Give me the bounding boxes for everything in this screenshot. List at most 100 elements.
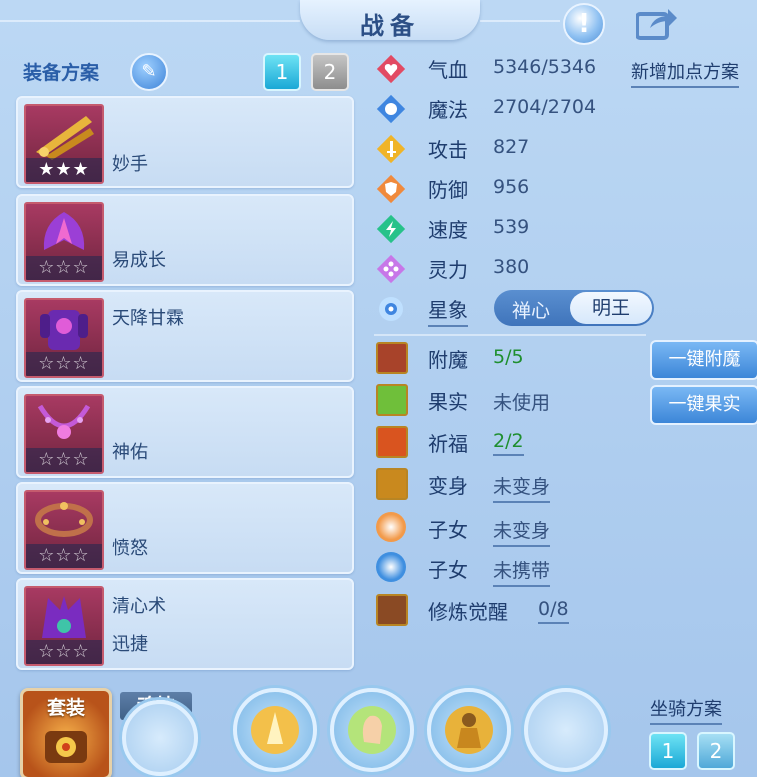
- skill-slot-3[interactable]: [427, 688, 511, 772]
- soul-skill-slot[interactable]: [122, 700, 198, 776]
- equipment-row-1[interactable]: ★★★ 妙手: [16, 96, 354, 188]
- equipment-name: 神佑: [112, 442, 148, 463]
- help-button[interactable]: !: [563, 3, 605, 45]
- stat-value: 539: [493, 216, 530, 238]
- mount-plan-1-button[interactable]: 1: [649, 732, 687, 770]
- stat-name: 祈福: [428, 432, 468, 456]
- stat-value: 2704/2704: [493, 96, 597, 118]
- fruit-icon: [376, 384, 408, 416]
- stat-value: 380: [493, 256, 530, 278]
- spirit-icon: [376, 254, 406, 284]
- title-tab: 战备: [300, 0, 480, 40]
- enchant-all-button[interactable]: 一键附魔: [650, 340, 757, 380]
- stat-row-attack: 攻击 827: [374, 132, 614, 166]
- weapon-icon: ★★★: [24, 104, 104, 184]
- suit-button[interactable]: 套装: [20, 688, 112, 777]
- equipment-plan-2-button[interactable]: 2: [311, 53, 349, 91]
- cultivation-value[interactable]: 0/8: [538, 598, 569, 624]
- enchant-icon: [376, 342, 408, 374]
- equipment-name-secondary: 迅捷: [112, 634, 148, 655]
- cultivation-row: 修炼觉醒 0/8: [374, 594, 634, 628]
- battle-prep-panel: 战备 ! 装备方案 ✎ 1 2 ★★★ 妙手 ☆☆☆ 易成长 ☆☆☆ 天降甘霖 …: [0, 0, 757, 777]
- armor-icon: ☆☆☆: [24, 298, 104, 378]
- hand-skill-icon: [348, 706, 396, 754]
- stat-row-defense: 防御 956: [374, 172, 614, 206]
- equipment-row-4[interactable]: ☆☆☆ 神佑: [16, 386, 354, 478]
- transform-value[interactable]: 未变身: [493, 472, 551, 503]
- equipment-row-2[interactable]: ☆☆☆ 易成长: [16, 194, 354, 286]
- stat-row-speed: 速度 539: [374, 212, 614, 246]
- constellation-label[interactable]: 星象: [428, 294, 468, 327]
- constellation-toggle[interactable]: 禅心 明王: [494, 290, 654, 326]
- stat-row-mp: 魔法 2704/2704: [374, 92, 614, 126]
- belt-icon: ☆☆☆: [24, 490, 104, 570]
- enchant-row: 附魔 5/5: [374, 342, 614, 376]
- stat-name: 攻击: [428, 138, 468, 162]
- header-line-right: [480, 20, 560, 22]
- mount-plan-2-button[interactable]: 2: [697, 732, 735, 770]
- blessing-row: 祈福 2/2: [374, 426, 614, 460]
- helmet-icon: ☆☆☆: [24, 202, 104, 282]
- equipment-stars: ☆☆☆: [26, 448, 102, 472]
- meditation-skill-icon: [251, 706, 299, 754]
- stat-name: 防御: [428, 178, 468, 202]
- stat-row-hp: 气血 5346/5346: [374, 52, 614, 86]
- edit-icon[interactable]: ✎: [130, 53, 168, 91]
- stat-row-spirit: 灵力 380: [374, 252, 614, 286]
- shield-icon: [376, 174, 406, 204]
- sword-icon: [376, 134, 406, 164]
- header-line-left: [0, 20, 300, 22]
- stat-name: 灵力: [428, 258, 468, 282]
- child-row-1: 子女 未变身: [374, 512, 614, 547]
- blessing-icon: [376, 426, 408, 458]
- toggle-option-mingwang[interactable]: 明王: [570, 292, 652, 324]
- stat-name: 果实: [428, 390, 468, 414]
- transform-icon: [376, 468, 408, 500]
- equipment-name: 愤怒: [112, 538, 148, 559]
- equipment-row-5[interactable]: ☆☆☆ 愤怒: [16, 482, 354, 574]
- skill-slot-4[interactable]: [524, 688, 608, 772]
- fruit-all-button[interactable]: 一键果实: [650, 385, 757, 425]
- equipment-name: 妙手: [112, 154, 148, 175]
- stat-value: 5346/5346: [493, 56, 597, 78]
- suit-label: 套装: [46, 697, 85, 719]
- chest-icon: [45, 731, 87, 763]
- child-row-2: 子女 未携带: [374, 552, 614, 587]
- necklace-icon: ☆☆☆: [24, 394, 104, 474]
- new-stat-plan-link[interactable]: 新增加点方案: [631, 58, 739, 88]
- equipment-row-3[interactable]: ☆☆☆ 天降甘霖: [16, 290, 354, 382]
- stat-name: 子女: [428, 518, 468, 542]
- child-icon: [376, 512, 406, 542]
- mount-plan-label: 坐骑方案: [650, 695, 722, 725]
- transform-row: 变身 未变身: [374, 468, 614, 503]
- constellation-icon: [379, 297, 403, 321]
- skill-slot-1[interactable]: [233, 688, 317, 772]
- equipment-name: 易成长: [112, 250, 166, 271]
- equipment-name: 清心术: [112, 596, 166, 617]
- equipment-row-6[interactable]: ☆☆☆ 清心术 迅捷: [16, 578, 354, 670]
- speed-icon: [376, 214, 406, 244]
- child-carry-value[interactable]: 未携带: [493, 556, 551, 587]
- stat-name: 速度: [428, 218, 468, 242]
- stat-name: 修炼觉醒: [428, 600, 508, 624]
- stat-value: 956: [493, 176, 530, 198]
- equipment-plan-1-button[interactable]: 1: [263, 53, 301, 91]
- heart-icon: [376, 54, 406, 84]
- page-title: 战备: [360, 12, 420, 40]
- stat-name: 气血: [428, 58, 468, 82]
- fruit-value: 未使用: [493, 392, 551, 414]
- stat-name: 子女: [428, 558, 468, 582]
- mana-icon: [376, 94, 406, 124]
- toggle-option-chanxin[interactable]: 禅心: [512, 296, 550, 323]
- share-icon[interactable]: [635, 6, 678, 40]
- cultivation-icon: [376, 594, 408, 626]
- equipment-stars: ☆☆☆: [26, 544, 102, 568]
- blessing-value[interactable]: 2/2: [493, 430, 524, 456]
- stat-value: 827: [493, 136, 530, 158]
- skill-slot-2[interactable]: [330, 688, 414, 772]
- stat-name: 魔法: [428, 98, 468, 122]
- equipment-stars: ☆☆☆: [26, 352, 102, 376]
- paw-icon: [376, 552, 406, 582]
- equipment-stars: ★★★: [26, 158, 102, 182]
- child-value[interactable]: 未变身: [493, 516, 551, 547]
